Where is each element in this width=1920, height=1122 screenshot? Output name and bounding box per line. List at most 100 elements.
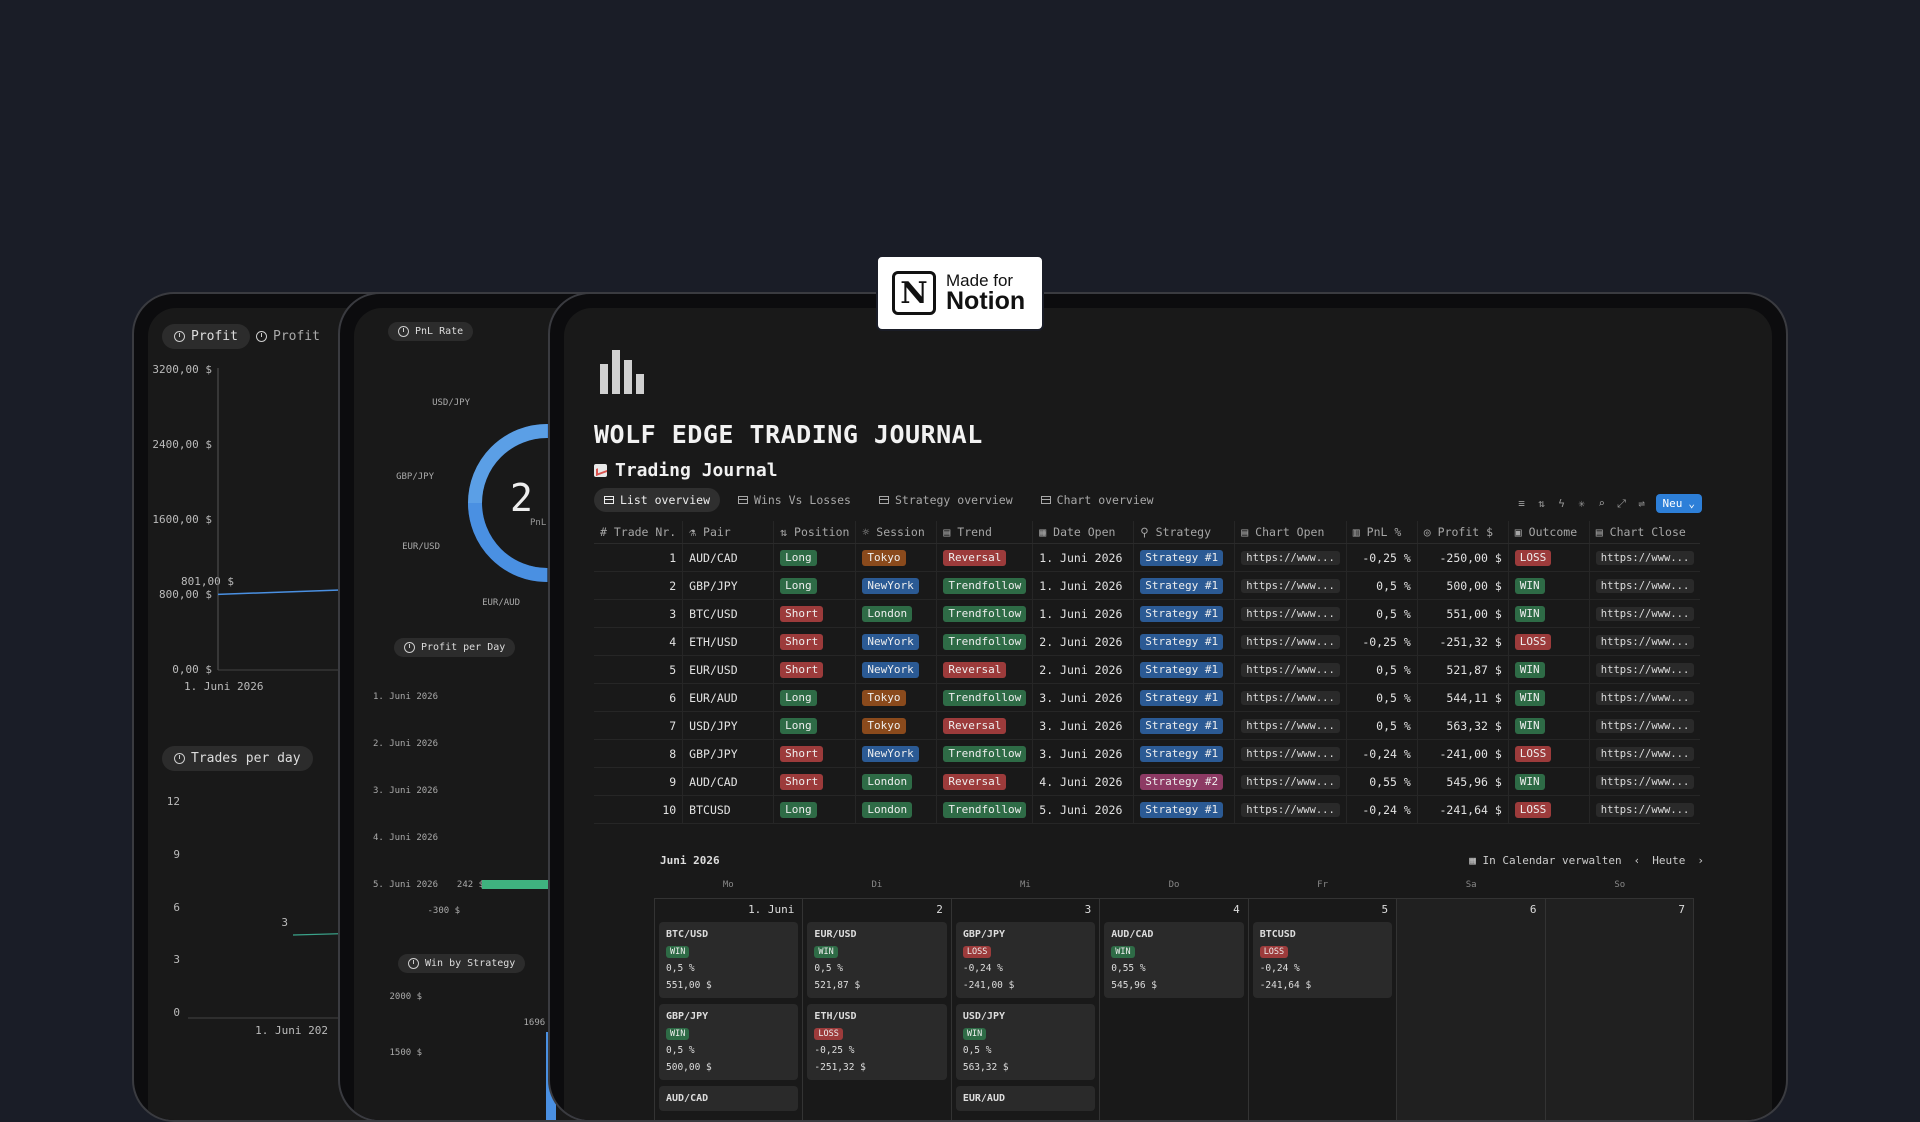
cell-session[interactable]: London: [855, 795, 937, 824]
cell-chart-close[interactable]: https://www...: [1588, 627, 1701, 656]
cell-pair[interactable]: BTC/USD: [682, 599, 774, 628]
cell-pnl[interactable]: 0,55 %: [1345, 767, 1418, 796]
column-header[interactable]: ▤ Chart Open: [1234, 521, 1347, 544]
cell-trend[interactable]: Trendfollow: [936, 739, 1033, 768]
settings-icon[interactable]: ⇌: [1636, 497, 1648, 510]
cell-date[interactable]: 5. Juni 2026: [1032, 795, 1134, 824]
calendar-trade-card[interactable]: EUR/USD WIN 0,5 % 521,87 $: [807, 922, 947, 998]
filter-icon[interactable]: ≡: [1516, 497, 1528, 510]
cell-outcome[interactable]: WIN: [1507, 655, 1590, 684]
cell-chart-open[interactable]: https://www...: [1234, 739, 1347, 768]
cell-pnl[interactable]: 0,5 %: [1345, 571, 1418, 600]
cell-strategy[interactable]: Strategy #1: [1133, 711, 1235, 740]
chevron-right-icon[interactable]: ›: [1697, 854, 1704, 867]
calendar-day[interactable]: 7: [1544, 899, 1694, 1120]
url-link[interactable]: https://www...: [1595, 635, 1695, 649]
cell-trend[interactable]: Reversal: [936, 543, 1033, 572]
automation-icon[interactable]: ϟ: [1556, 497, 1568, 510]
calendar-trade-card[interactable]: EUR/AUD: [955, 1086, 1096, 1111]
cell-date[interactable]: 4. Juni 2026: [1032, 767, 1134, 796]
cell-profit[interactable]: -241,00 $: [1416, 739, 1509, 768]
cell-chart-open[interactable]: https://www...: [1234, 627, 1347, 656]
calendar-trade-card[interactable]: BTCUSD LOSS -0,24 % -241,64 $: [1252, 922, 1393, 998]
cell-trend[interactable]: Reversal: [936, 655, 1033, 684]
cell-date[interactable]: 3. Juni 2026: [1032, 683, 1134, 712]
cell-trend[interactable]: Reversal: [936, 711, 1033, 740]
cell-profit[interactable]: 563,32 $: [1416, 711, 1509, 740]
tab-chart-overview[interactable]: Chart overview: [1031, 488, 1164, 512]
cell-trend[interactable]: Trendfollow: [936, 571, 1033, 600]
cell-profit[interactable]: -241,64 $: [1416, 795, 1509, 824]
cell-position[interactable]: Long: [773, 795, 856, 824]
cell-trend[interactable]: Trendfollow: [936, 627, 1033, 656]
cell-pair[interactable]: ETH/USD: [682, 627, 774, 656]
cell-strategy[interactable]: Strategy #1: [1133, 627, 1235, 656]
url-link[interactable]: https://www...: [1241, 551, 1340, 565]
table-row[interactable]: 6 EUR/AUD Long Tokyo Trendfollow 3. Juni 2026…: [594, 683, 1701, 712]
url-link[interactable]: https://www...: [1595, 719, 1695, 733]
cell-session[interactable]: Tokyo: [855, 683, 937, 712]
cell-profit[interactable]: -250,00 $: [1416, 543, 1509, 572]
cell-strategy[interactable]: Strategy #1: [1133, 655, 1235, 684]
tab-wins-vs-losses[interactable]: Wins Vs Losses: [728, 488, 861, 512]
expand-icon[interactable]: ⤢: [1616, 497, 1628, 511]
cell-nr[interactable]: 5: [594, 655, 683, 684]
cell-pnl[interactable]: 0,5 %: [1345, 655, 1418, 684]
cell-chart-close[interactable]: https://www...: [1588, 683, 1701, 712]
table-row[interactable]: 8 GBP/JPY Short NewYork Trendfollow 3. Juni 2…: [594, 739, 1701, 768]
calendar-day[interactable]: 6: [1396, 899, 1545, 1120]
cell-chart-open[interactable]: https://www...: [1234, 795, 1347, 824]
cell-session[interactable]: Tokyo: [855, 711, 937, 740]
cell-trend[interactable]: Trendfollow: [936, 795, 1033, 824]
cell-session[interactable]: NewYork: [855, 627, 937, 656]
cell-date[interactable]: 2. Juni 2026: [1032, 655, 1134, 684]
calendar-trade-card[interactable]: BTC/USD WIN 0,5 % 551,00 $: [659, 922, 799, 998]
cell-trend[interactable]: Trendfollow: [936, 599, 1033, 628]
url-link[interactable]: https://www...: [1595, 551, 1695, 565]
cell-strategy[interactable]: Strategy #1: [1133, 683, 1235, 712]
calendar-day[interactable]: 1. Juni BTC/USD WIN 0,5 % 551,00 $ GBP/JPY WIN…: [654, 899, 802, 1120]
cell-pnl[interactable]: -0,24 %: [1345, 795, 1418, 824]
url-link[interactable]: https://www...: [1241, 691, 1340, 705]
column-header[interactable]: ☼ Session: [855, 521, 937, 544]
chevron-left-icon[interactable]: ‹: [1634, 854, 1641, 867]
cell-outcome[interactable]: WIN: [1507, 571, 1590, 600]
cell-outcome[interactable]: LOSS: [1507, 627, 1590, 656]
cell-position[interactable]: Short: [773, 767, 856, 796]
url-link[interactable]: https://www...: [1595, 607, 1695, 621]
cell-profit[interactable]: 521,87 $: [1416, 655, 1509, 684]
cell-outcome[interactable]: WIN: [1507, 683, 1590, 712]
column-header[interactable]: # Trade Nr.: [594, 521, 683, 544]
table-row[interactable]: 7 USD/JPY Long Tokyo Reversal 3. Juni 2026 Str…: [594, 711, 1701, 740]
cell-date[interactable]: 3. Juni 2026: [1032, 739, 1134, 768]
table-row[interactable]: 2 GBP/JPY Long NewYork Trendfollow 1. Juni 20…: [594, 571, 1701, 600]
cell-outcome[interactable]: LOSS: [1507, 795, 1590, 824]
calendar-day[interactable]: 3 GBP/JPY LOSS -0,24 % -241,00 $ USD/JPY WIN 0,…: [950, 899, 1099, 1120]
cell-outcome[interactable]: WIN: [1507, 767, 1590, 796]
cell-strategy[interactable]: Strategy #1: [1133, 571, 1235, 600]
cell-chart-close[interactable]: https://www...: [1588, 599, 1701, 628]
cell-chart-close[interactable]: https://www...: [1588, 571, 1701, 600]
cell-chart-close[interactable]: https://www...: [1588, 795, 1701, 824]
profit-per-day-pill[interactable]: Profit per Day: [394, 638, 516, 657]
url-link[interactable]: https://www...: [1241, 579, 1340, 593]
cell-outcome[interactable]: LOSS: [1507, 739, 1590, 768]
new-button[interactable]: Neu ⌄: [1655, 494, 1702, 513]
cell-pair[interactable]: AUD/CAD: [682, 767, 774, 796]
calendar-trade-card[interactable]: USD/JPY WIN 0,5 % 563,32 $: [955, 1004, 1096, 1080]
calendar-day[interactable]: 2 EUR/USD WIN 0,5 % 521,87 $ ETH/USD LOSS -0,25…: [802, 899, 950, 1120]
tab-strategy-overview[interactable]: Strategy overview: [869, 488, 1023, 512]
cell-date[interactable]: 2. Juni 2026: [1032, 627, 1134, 656]
cell-outcome[interactable]: LOSS: [1507, 543, 1590, 572]
column-header[interactable]: ▤ Trend: [936, 521, 1033, 544]
cell-pnl[interactable]: 0,5 %: [1345, 599, 1418, 628]
cell-position[interactable]: Long: [773, 571, 856, 600]
url-link[interactable]: https://www...: [1595, 803, 1695, 817]
column-header[interactable]: ⚗ Pair: [682, 521, 774, 544]
url-link[interactable]: https://www...: [1241, 635, 1340, 649]
cell-chart-close[interactable]: https://www...: [1588, 711, 1701, 740]
cell-strategy[interactable]: Strategy #1: [1133, 739, 1235, 768]
cell-trend[interactable]: Reversal: [936, 767, 1033, 796]
cell-chart-close[interactable]: https://www...: [1588, 543, 1701, 572]
table-row[interactable]: 4 ETH/USD Short NewYork Trendfollow 2. Juni 2…: [594, 627, 1701, 656]
